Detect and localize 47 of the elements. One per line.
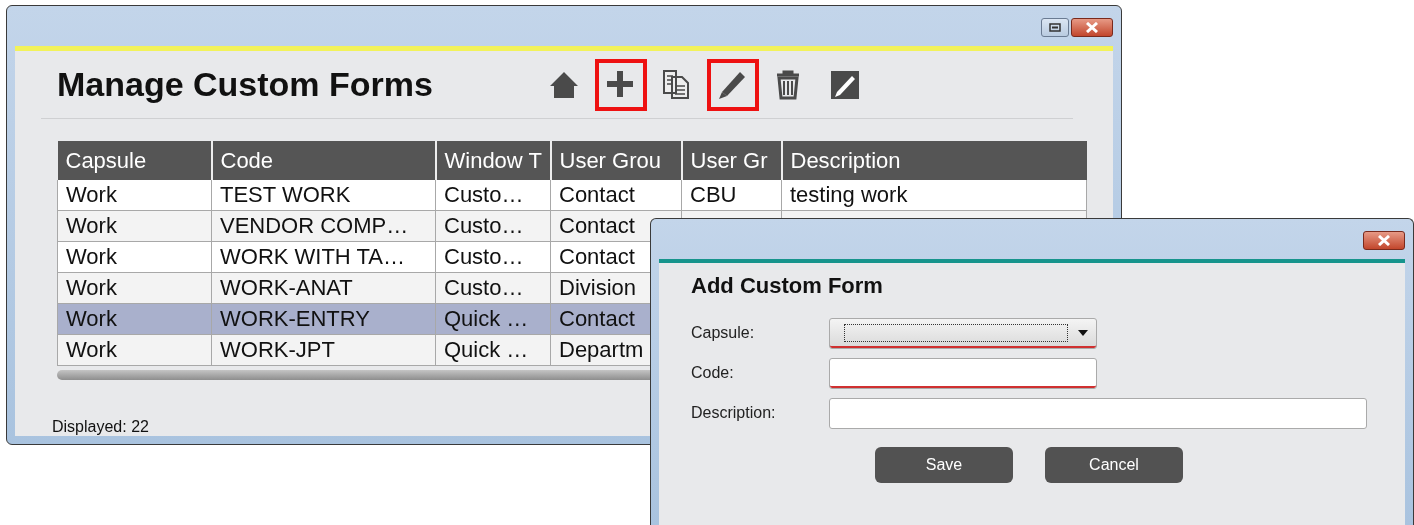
table-cell: Custo… xyxy=(444,213,524,238)
table-cell: Work xyxy=(66,275,117,300)
dialog-button[interactable]: Cancel xyxy=(1045,447,1183,483)
field-label: Code: xyxy=(691,364,735,382)
table-cell: WORK-ANAT xyxy=(220,275,353,300)
table-cell: CBU xyxy=(690,182,737,207)
table-cell: VENDOR COMP… xyxy=(220,213,409,238)
table-cell: WORK-JPT xyxy=(220,337,335,362)
toolbar-button[interactable] xyxy=(707,58,759,111)
table-cell: Work xyxy=(66,306,117,331)
page-title: Manage Custom Forms xyxy=(57,65,434,104)
table-cell: Work xyxy=(66,337,117,362)
close-icon xyxy=(1377,234,1391,246)
table-cell: Custo… xyxy=(444,275,524,300)
table-cell: Contact xyxy=(559,213,635,238)
dialog-button[interactable]: Save xyxy=(875,447,1013,483)
close-button[interactable] xyxy=(1071,17,1113,37)
table-cell: Work xyxy=(66,182,117,207)
table-cell: Division xyxy=(559,275,637,300)
restore-icon xyxy=(1049,22,1061,32)
dialog-title: Add Custom Form xyxy=(691,273,884,299)
status-text: Displayed: 22 xyxy=(52,418,150,436)
table-cell: Work xyxy=(66,213,117,238)
toolbar-button[interactable] xyxy=(595,58,647,111)
dropdown-field[interactable] xyxy=(829,317,1097,349)
close-icon xyxy=(1085,21,1099,33)
caret-icon xyxy=(1078,330,1088,336)
column-header[interactable]: Code xyxy=(220,147,274,173)
table-cell: testing work xyxy=(790,182,908,207)
table-cell: Contact xyxy=(559,244,635,269)
table-cell: Custo… xyxy=(444,244,524,269)
table-cell: Contact xyxy=(559,182,635,207)
input-field[interactable] xyxy=(829,397,1367,429)
table-cell: Custo… xyxy=(444,182,524,207)
table-cell: Quick … xyxy=(444,337,529,362)
table-cell: Departm xyxy=(559,337,644,362)
table-cell: WORK WITH TA… xyxy=(220,244,405,269)
table-cell: WORK-ENTRY xyxy=(220,306,370,331)
table-cell: Quick … xyxy=(444,306,529,331)
input-field[interactable] xyxy=(829,357,1097,389)
field-label: Description: xyxy=(691,404,777,422)
restore-button[interactable] xyxy=(1041,17,1069,37)
table-cell: Work xyxy=(66,244,117,269)
close-button[interactable] xyxy=(1363,230,1405,250)
table-cell: Contact xyxy=(559,306,635,331)
table-row[interactable]: Work TEST WORK Custo… Contact CBU testing work xyxy=(57,180,1087,211)
table-cell: TEST WORK xyxy=(220,182,351,207)
